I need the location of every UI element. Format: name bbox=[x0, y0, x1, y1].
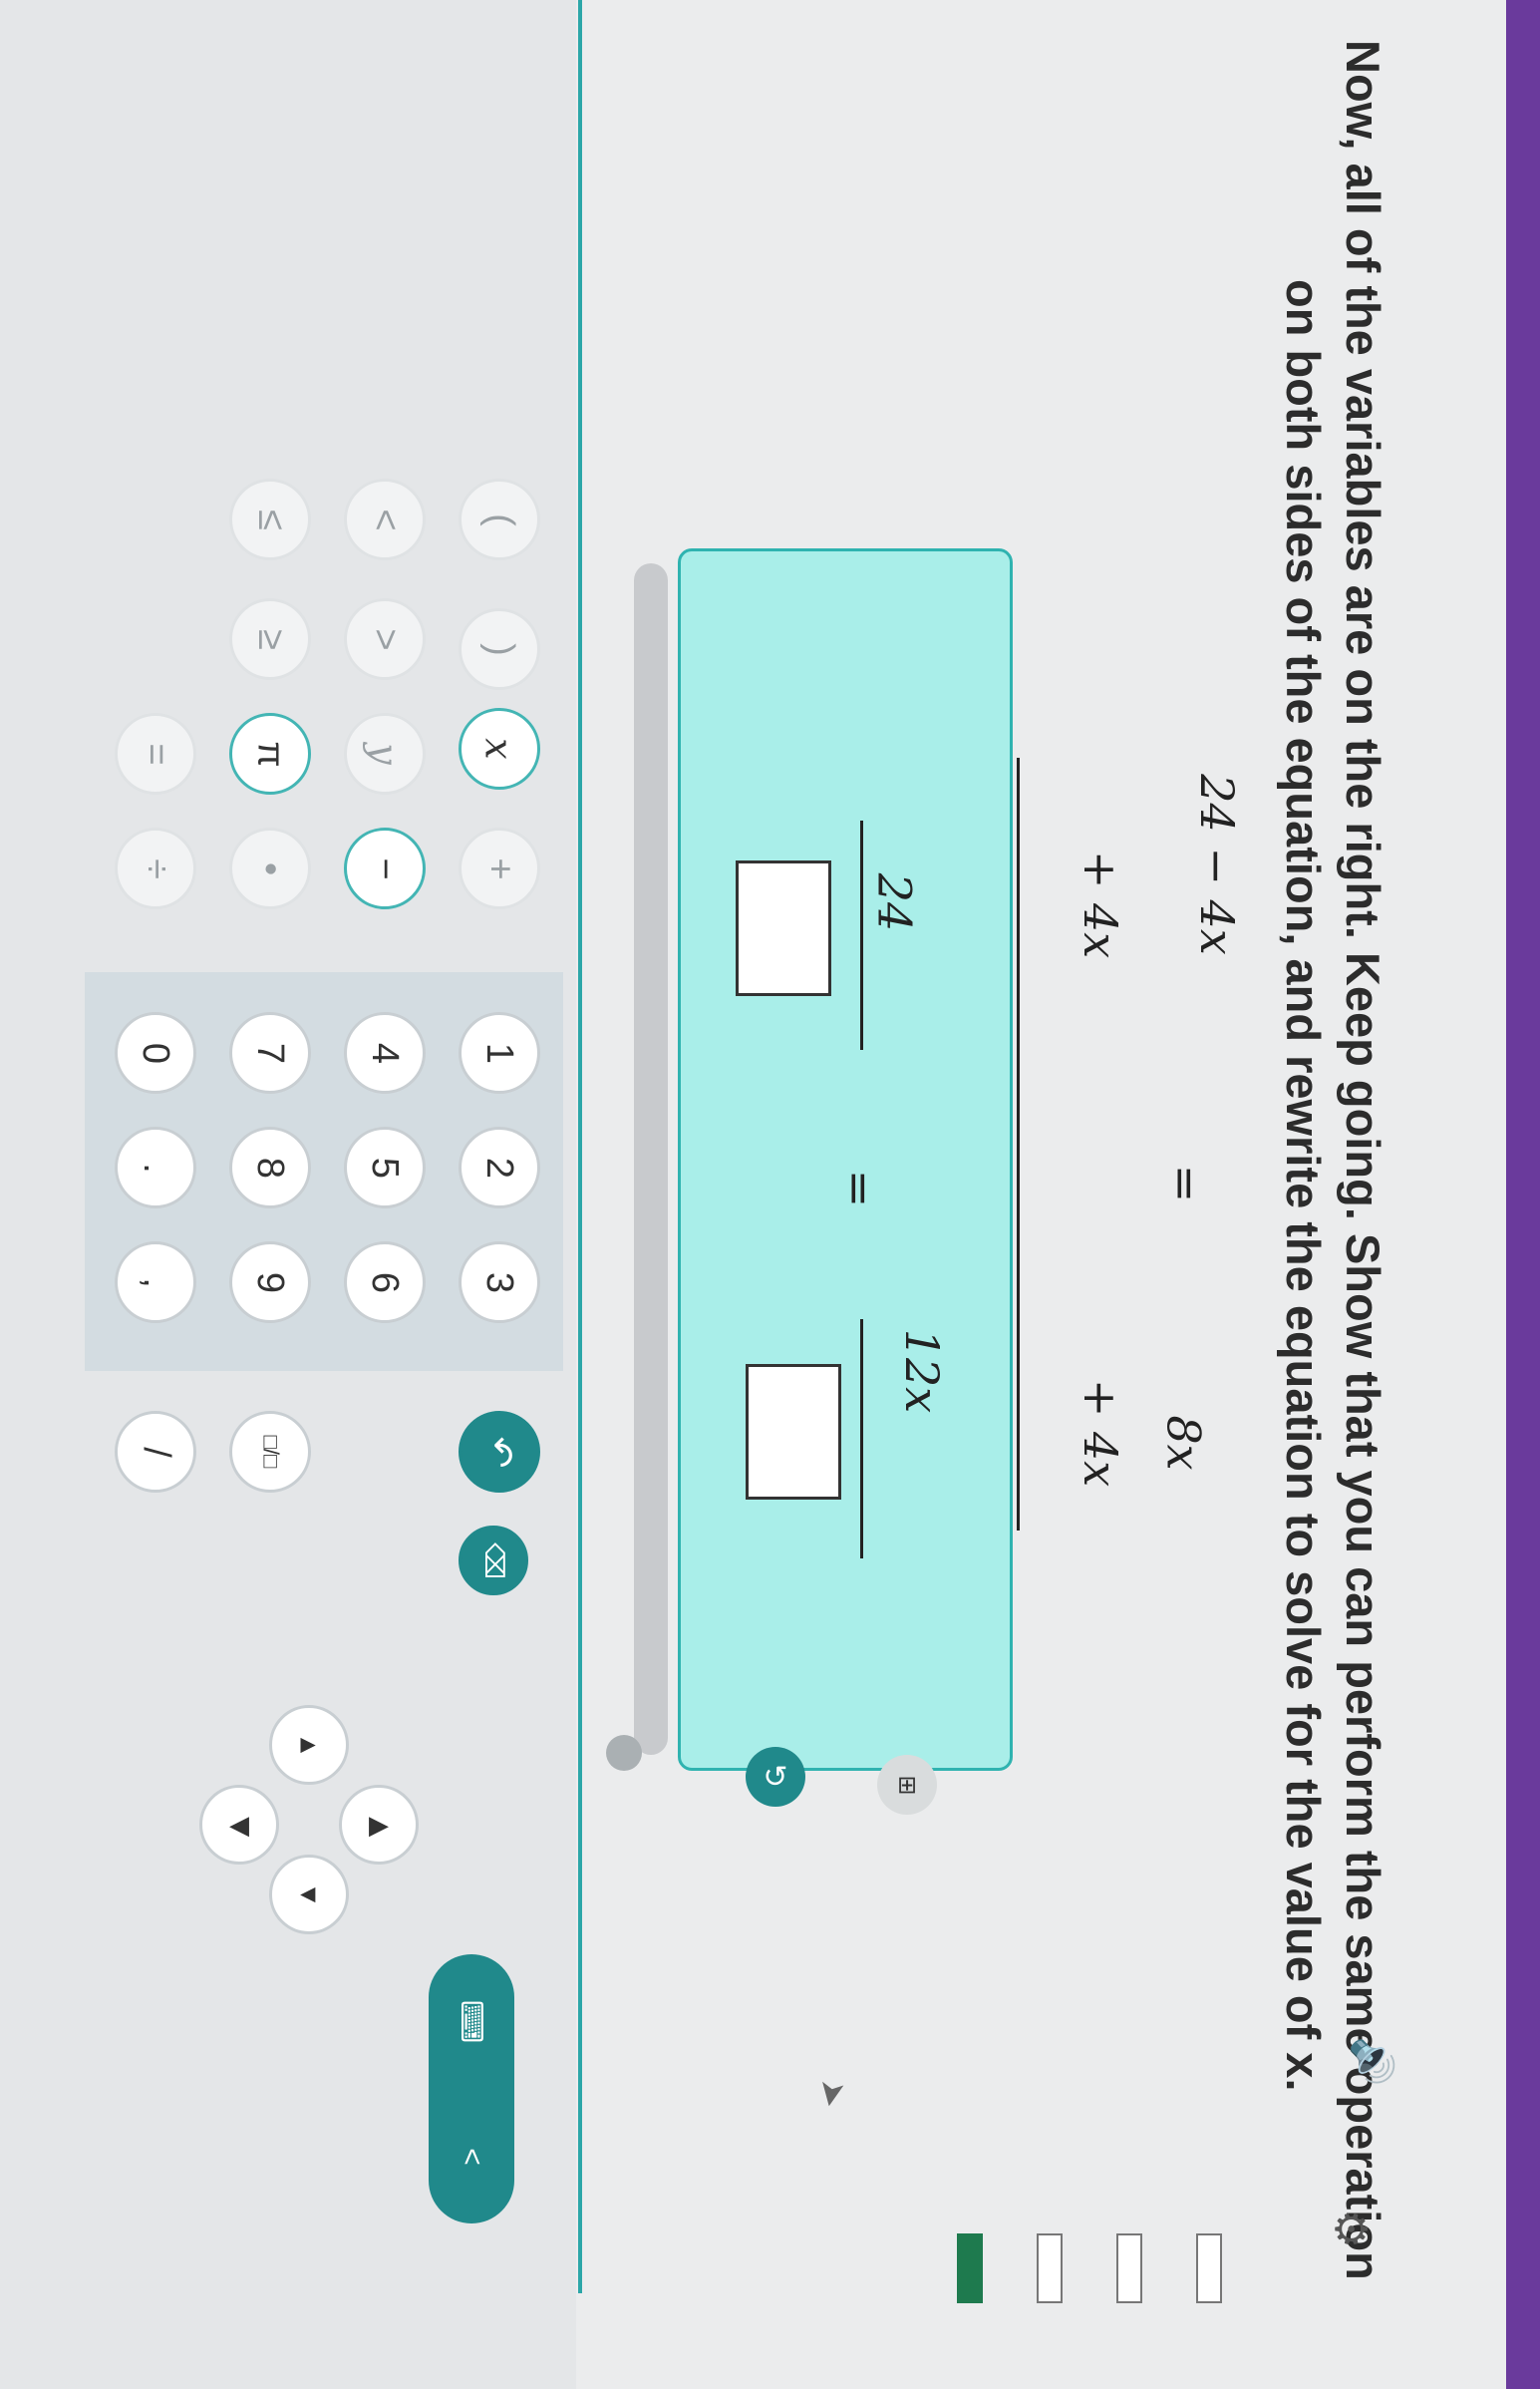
denominator-input-left[interactable] bbox=[736, 860, 831, 996]
backspace-button[interactable]: ⌫ bbox=[459, 1526, 528, 1595]
key-open-paren[interactable]: ( bbox=[459, 479, 540, 560]
key-fraction[interactable]: □/□ bbox=[229, 1411, 311, 1493]
keyboard-toggle-button[interactable]: ⌨ < bbox=[429, 1954, 514, 2223]
progress-step bbox=[1116, 2233, 1142, 2303]
undo-button[interactable]: ↶ bbox=[459, 1411, 540, 1493]
progress-step-done bbox=[957, 2233, 983, 2303]
progress-steps bbox=[957, 2233, 1222, 2383]
cursor-icon: ➤ bbox=[810, 2076, 853, 2112]
progress-step bbox=[1037, 2233, 1063, 2303]
key-x[interactable]: x bbox=[459, 708, 540, 790]
equation-right-top: 8x bbox=[1156, 1415, 1211, 1471]
key-7[interactable]: 7 bbox=[229, 1012, 311, 1094]
scroll-handle[interactable] bbox=[606, 1735, 642, 1771]
result-equals: = bbox=[832, 1169, 887, 1208]
speaker-icon[interactable]: 🔊 bbox=[1349, 2037, 1395, 2087]
window-edge bbox=[1506, 0, 1540, 2389]
denominator-input-right[interactable] bbox=[746, 1364, 841, 1500]
fraction-bar-right bbox=[860, 1319, 863, 1558]
arrow-up-button[interactable]: ▲ bbox=[269, 1705, 349, 1785]
scrollbar[interactable] bbox=[634, 563, 668, 1755]
math-keypad: ( ) x + 1 2 3 ↶ ⌫ < > y − 4 5 6 ≤ ≥ π • … bbox=[0, 0, 576, 2389]
key-less-than[interactable]: < bbox=[344, 479, 426, 560]
equation-left-add: + 4x bbox=[1074, 850, 1128, 959]
equation-divider-line bbox=[1017, 758, 1020, 1531]
key-comma[interactable]: , bbox=[115, 1241, 196, 1323]
key-0[interactable]: 0 bbox=[115, 1012, 196, 1094]
arrow-down-icon: ▼ bbox=[294, 1881, 325, 1907]
key-decimal[interactable]: . bbox=[115, 1127, 196, 1208]
prompt-line-1: Now, all of the variables are on the rig… bbox=[1337, 40, 1389, 2280]
key-minus[interactable]: − bbox=[344, 828, 426, 909]
result-left-numerator: 24 bbox=[867, 872, 922, 932]
key-less-equal[interactable]: ≤ bbox=[229, 479, 311, 560]
keyboard-icon: ⌨ bbox=[455, 2000, 488, 2044]
key-pi[interactable]: π bbox=[229, 713, 311, 795]
key-y[interactable]: y bbox=[344, 713, 426, 795]
equation-left-top: 24 − 4x bbox=[1189, 774, 1244, 955]
key-2[interactable]: 2 bbox=[459, 1127, 540, 1208]
answer-workbox: 24 = 12x bbox=[678, 548, 1013, 1771]
key-plus[interactable]: + bbox=[459, 828, 540, 909]
keypad-divider bbox=[578, 0, 582, 2293]
key-greater-equal[interactable]: ≥ bbox=[229, 598, 311, 680]
fraction-bar-left bbox=[860, 821, 863, 1050]
key-4[interactable]: 4 bbox=[344, 1012, 426, 1094]
key-divide[interactable]: ÷ bbox=[115, 828, 196, 909]
equation-right-add: + 4x bbox=[1074, 1378, 1128, 1488]
key-8[interactable]: 8 bbox=[229, 1127, 311, 1208]
key-3[interactable]: 3 bbox=[459, 1241, 540, 1323]
equation-equals-top: = bbox=[1158, 1164, 1213, 1203]
arrow-right-button[interactable]: ▶ bbox=[339, 1785, 419, 1865]
key-dot-multiply[interactable]: • bbox=[229, 828, 311, 909]
progress-step bbox=[1196, 2233, 1222, 2303]
key-close-paren[interactable]: ) bbox=[459, 608, 540, 690]
key-9[interactable]: 9 bbox=[229, 1241, 311, 1323]
arrow-left-icon: ◀ bbox=[229, 1809, 249, 1840]
key-5[interactable]: 5 bbox=[344, 1127, 426, 1208]
template-icon[interactable]: ⊞ bbox=[877, 1755, 937, 1815]
arrow-up-icon: ▲ bbox=[294, 1732, 325, 1758]
key-greater-than[interactable]: > bbox=[344, 598, 426, 680]
arrow-down-button[interactable]: ▼ bbox=[269, 1855, 349, 1934]
key-6[interactable]: 6 bbox=[344, 1241, 426, 1323]
settings-gear-icon[interactable]: ⚙ bbox=[1325, 2210, 1376, 2248]
key-equals[interactable]: = bbox=[115, 713, 196, 795]
arrow-right-icon: ▶ bbox=[369, 1809, 389, 1840]
key-slash[interactable]: / bbox=[115, 1411, 196, 1493]
prompt-line-2: on both sides of the equation, and rewri… bbox=[1277, 279, 1330, 2092]
result-right-numerator: 12x bbox=[895, 1328, 950, 1414]
chevron-icon: < bbox=[456, 2147, 488, 2166]
reset-icon[interactable]: ↺ bbox=[746, 1747, 805, 1807]
key-1[interactable]: 1 bbox=[459, 1012, 540, 1094]
arrow-left-button[interactable]: ◀ bbox=[199, 1785, 279, 1865]
